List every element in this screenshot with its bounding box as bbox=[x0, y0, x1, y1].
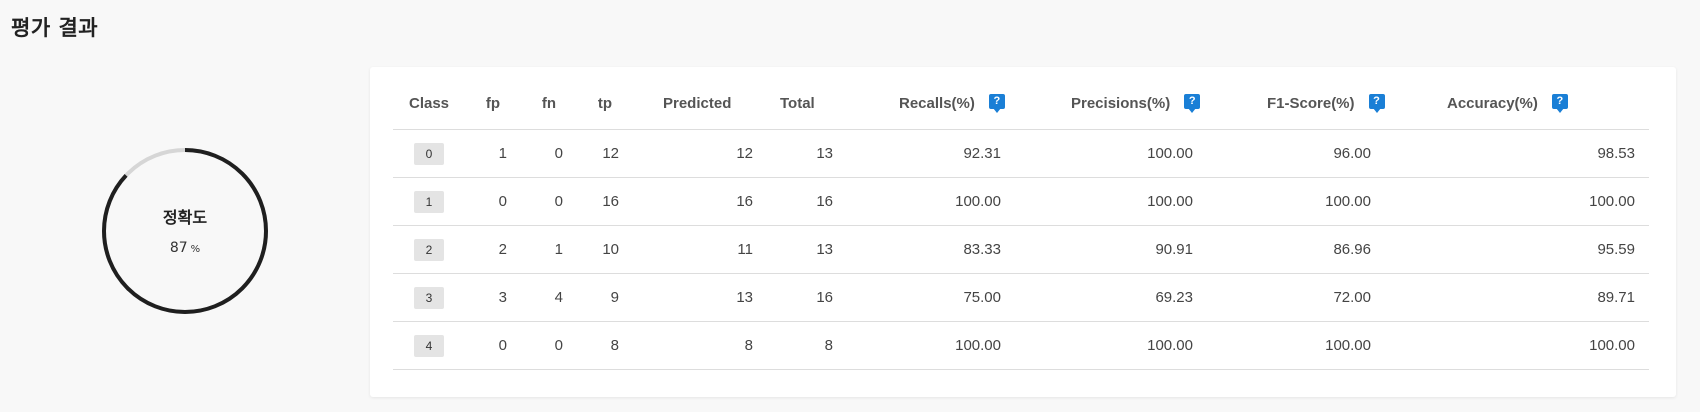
precisions-help-icon[interactable]: ? bbox=[1184, 94, 1201, 114]
total-cell: 16 bbox=[767, 273, 847, 322]
tp-cell: 12 bbox=[577, 129, 633, 178]
accuracy-value-row: 87% bbox=[170, 240, 200, 256]
tp-cell: 8 bbox=[577, 321, 633, 370]
header-total: Total bbox=[767, 77, 847, 130]
table-row: 0 1 0 12 12 13 92.31 100.00 96.00 98.53 bbox=[393, 129, 1649, 178]
accuracy-label: 정확도 bbox=[162, 208, 208, 227]
header-predicted: Predicted bbox=[633, 77, 767, 130]
class-badge: 3 bbox=[414, 286, 444, 309]
accuracy-help-icon[interactable]: ? bbox=[1551, 94, 1568, 114]
tp-cell: 10 bbox=[577, 225, 633, 274]
header-fp: fp bbox=[465, 77, 521, 130]
precision-cell: 100.00 bbox=[1015, 321, 1207, 370]
class-badge: 1 bbox=[414, 190, 444, 213]
header-f1: F1-Score(%)? bbox=[1207, 77, 1385, 130]
header-accuracy-label: Accuracy(%) bbox=[1447, 94, 1538, 112]
results-table: Class fp fn tp Predicted Total Recalls(%… bbox=[393, 77, 1649, 370]
predicted-cell: 13 bbox=[633, 273, 767, 322]
header-accuracy: Accuracy(%)? bbox=[1385, 77, 1649, 130]
class-cell: 0 bbox=[393, 129, 465, 178]
class-badge: 0 bbox=[414, 142, 444, 165]
f1-cell: 100.00 bbox=[1207, 321, 1385, 370]
total-cell: 13 bbox=[767, 225, 847, 274]
total-cell: 16 bbox=[767, 177, 847, 226]
accuracy-value: 87 bbox=[169, 240, 188, 256]
class-cell: 2 bbox=[393, 225, 465, 274]
fp-cell: 1 bbox=[465, 129, 521, 178]
f1-cell: 100.00 bbox=[1207, 177, 1385, 226]
fp-cell: 0 bbox=[465, 321, 521, 370]
accuracy-cell: 89.71 bbox=[1385, 273, 1649, 322]
recalls-help-icon[interactable]: ? bbox=[988, 94, 1005, 114]
header-precisions-label: Precisions(%) bbox=[1071, 94, 1171, 112]
predicted-cell: 11 bbox=[633, 225, 767, 274]
class-cell: 4 bbox=[393, 321, 465, 370]
f1-cell: 86.96 bbox=[1207, 225, 1385, 274]
fn-cell: 0 bbox=[521, 177, 577, 226]
f1-cell: 96.00 bbox=[1207, 129, 1385, 178]
header-tp: tp bbox=[577, 77, 633, 130]
accuracy-unit: % bbox=[190, 244, 201, 255]
class-cell: 1 bbox=[393, 177, 465, 226]
recall-cell: 92.31 bbox=[847, 129, 1015, 178]
accuracy-cell: 98.53 bbox=[1385, 129, 1649, 178]
accuracy-cell: 100.00 bbox=[1385, 321, 1649, 370]
table-row: 3 3 4 9 13 16 75.00 69.23 72.00 89.71 bbox=[393, 273, 1649, 322]
recall-cell: 83.33 bbox=[847, 225, 1015, 274]
predicted-cell: 8 bbox=[633, 321, 767, 370]
fp-cell: 3 bbox=[465, 273, 521, 322]
class-badge: 2 bbox=[414, 238, 444, 261]
header-recalls: Recalls(%)? bbox=[847, 77, 1015, 130]
page-title: 평가 결과 bbox=[11, 16, 99, 40]
header-recalls-label: Recalls(%) bbox=[899, 94, 975, 112]
header-f1-label: F1-Score(%) bbox=[1267, 94, 1355, 112]
accuracy-cell: 100.00 bbox=[1385, 177, 1649, 226]
total-cell: 8 bbox=[767, 321, 847, 370]
precision-cell: 100.00 bbox=[1015, 129, 1207, 178]
fn-cell: 4 bbox=[521, 273, 577, 322]
fp-cell: 0 bbox=[465, 177, 521, 226]
table-row: 4 0 0 8 8 8 100.00 100.00 100.00 100.00 bbox=[393, 321, 1649, 370]
tp-cell: 9 bbox=[577, 273, 633, 322]
fp-cell: 2 bbox=[465, 225, 521, 274]
accuracy-cell: 95.59 bbox=[1385, 225, 1649, 274]
tp-cell: 16 bbox=[577, 177, 633, 226]
results-card: Class fp fn tp Predicted Total Recalls(%… bbox=[370, 67, 1676, 397]
class-cell: 3 bbox=[393, 273, 465, 322]
fn-cell: 1 bbox=[521, 225, 577, 274]
recall-cell: 75.00 bbox=[847, 273, 1015, 322]
fn-cell: 0 bbox=[521, 129, 577, 178]
recall-cell: 100.00 bbox=[847, 321, 1015, 370]
f1-help-icon[interactable]: ? bbox=[1368, 94, 1385, 114]
table-row: 1 0 0 16 16 16 100.00 100.00 100.00 100.… bbox=[393, 177, 1649, 226]
f1-cell: 72.00 bbox=[1207, 273, 1385, 322]
total-cell: 13 bbox=[767, 129, 847, 178]
header-fn: fn bbox=[521, 77, 577, 130]
class-badge: 4 bbox=[414, 334, 444, 357]
fn-cell: 0 bbox=[521, 321, 577, 370]
header-precisions: Precisions(%)? bbox=[1015, 77, 1207, 130]
accuracy-gauge: 정확도 87% bbox=[102, 148, 268, 314]
precision-cell: 100.00 bbox=[1015, 177, 1207, 226]
table-header-row: Class fp fn tp Predicted Total Recalls(%… bbox=[393, 77, 1649, 130]
header-class: Class bbox=[393, 77, 465, 130]
recall-cell: 100.00 bbox=[847, 177, 1015, 226]
table-row: 2 2 1 10 11 13 83.33 90.91 86.96 95.59 bbox=[393, 225, 1649, 274]
predicted-cell: 16 bbox=[633, 177, 767, 226]
precision-cell: 69.23 bbox=[1015, 273, 1207, 322]
precision-cell: 90.91 bbox=[1015, 225, 1207, 274]
predicted-cell: 12 bbox=[633, 129, 767, 178]
